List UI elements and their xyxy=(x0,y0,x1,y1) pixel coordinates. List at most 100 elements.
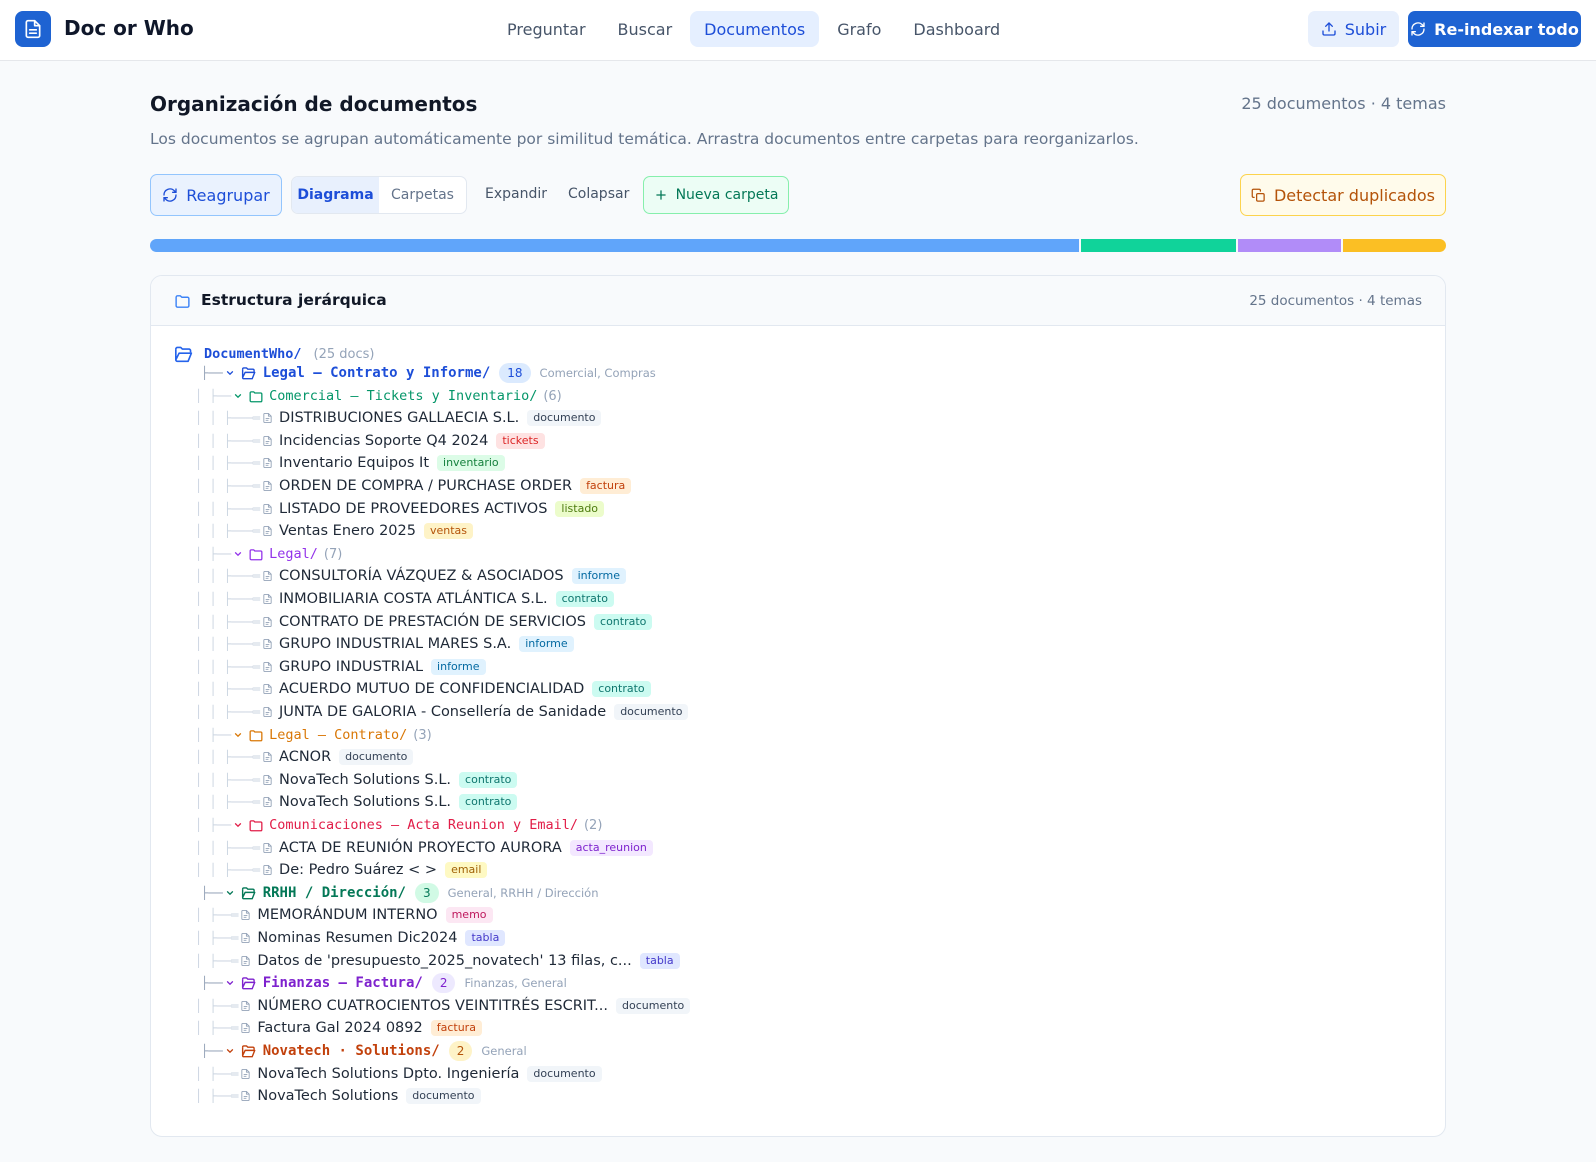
document-name: Nominas Resumen Dic2024 xyxy=(257,930,458,946)
tree-folder-row[interactable]: ├── Finanzas — Factura/2 Finanzas, General xyxy=(201,972,567,994)
tree-root-name: DocumentWho/ xyxy=(204,346,302,362)
tree-connector: │ ├──═ xyxy=(195,908,239,922)
tree-subfolder-row[interactable]: │ ├── Comunicaciones — Acta Reunion y Ema… xyxy=(195,814,602,836)
document-name: LISTADO DE PROVEEDORES ACTIVOS xyxy=(279,501,548,517)
view-folders-toggle[interactable]: Carpetas xyxy=(379,177,466,213)
file-icon xyxy=(241,955,250,967)
tree-document-row[interactable]: │ │ ├───═ CONSULTORÍA VÁZQUEZ & ASOCIADOS… xyxy=(195,565,627,587)
tree-document-row[interactable]: │ │ ├───═ ORDEN DE COMPRA / PURCHASE ORDE… xyxy=(195,475,632,497)
document-type-tag: acta_reunion xyxy=(569,840,653,856)
app-logo[interactable] xyxy=(15,11,51,47)
document-name: Ventas Enero 2025 xyxy=(279,523,416,539)
tree-document-row[interactable]: │ ├──═ NÚMERO CUATROCIENTOS VEINTITRÉS ES… xyxy=(195,995,691,1017)
reindex-all-button[interactable]: Re-indexar todo xyxy=(1408,11,1581,47)
chevron-down-icon[interactable] xyxy=(225,368,235,378)
tree-document-row[interactable]: │ │ ├───═ LISTADO DE PROVEEDORES ACTIVOS l… xyxy=(195,498,605,520)
nav-tab-preguntar[interactable]: Preguntar xyxy=(493,11,600,47)
document-type-tag: listado xyxy=(555,501,605,517)
document-name: Incidencias Soporte Q4 2024 xyxy=(279,433,489,449)
detect-duplicates-button[interactable]: Detectar duplicados xyxy=(1240,174,1446,216)
tree-document-row[interactable]: │ │ ├───═ JUNTA DE GALORIA - Consellería … xyxy=(195,701,689,723)
chevron-down-icon[interactable] xyxy=(233,391,243,401)
folder-name: Comunicaciones — Acta Reunion y Email/ xyxy=(269,817,578,833)
tree-folder-row[interactable]: ├── Novatech · Solutions/2 General xyxy=(201,1040,527,1062)
document-type-tag: factura xyxy=(430,1020,482,1036)
file-icon xyxy=(263,661,272,673)
tree-document-row[interactable]: │ │ ├───═ DISTRIBUCIONES GALLAECIA S.L. do… xyxy=(195,407,602,429)
tree-folder-row[interactable]: ├── RRHH / Dirección/3 General, RRHH / Dir… xyxy=(201,882,598,904)
tree-document-row[interactable]: │ │ ├───═ NovaTech Solutions S.L. contrato xyxy=(195,769,518,791)
chevron-down-icon[interactable] xyxy=(225,978,235,988)
file-icon xyxy=(263,570,272,582)
folder-name: Legal/ xyxy=(269,546,318,562)
folder-name: Finanzas — Factura/ xyxy=(262,975,423,991)
distribution-segment xyxy=(1343,239,1446,252)
chevron-down-icon[interactable] xyxy=(233,549,243,559)
nav-tab-grafo[interactable]: Grafo xyxy=(823,11,895,47)
tree-document-row[interactable]: │ ├──═ MEMORÁNDUM INTERNO memo xyxy=(195,904,493,926)
chevron-down-icon[interactable] xyxy=(233,730,243,740)
nav-tab-dashboard[interactable]: Dashboard xyxy=(899,11,1014,47)
nav-tab-buscar[interactable]: Buscar xyxy=(604,11,687,47)
document-type-tag: contrato xyxy=(459,772,518,788)
document-type-tag: contrato xyxy=(459,794,518,810)
document-name: ACTA DE REUNIÓN PROYECTO AURORA xyxy=(279,840,562,856)
file-icon xyxy=(241,932,250,944)
document-type-tag: documento xyxy=(406,1088,481,1104)
upload-button[interactable]: Subir xyxy=(1308,11,1399,47)
distribution-segment xyxy=(150,239,1079,252)
tree-document-row[interactable]: │ │ ├───═ ACUERDO MUTUO DE CONFIDENCIALID… xyxy=(195,678,651,700)
tree-document-row[interactable]: │ │ ├───═ INMOBILIARIA COSTA ATLÁNTICA S.… xyxy=(195,588,614,610)
document-type-tag: informe xyxy=(571,568,627,584)
tree-document-row[interactable]: │ ├──═ Datos de 'presupuesto_2025_novatec… xyxy=(195,950,680,972)
regroup-button[interactable]: Reagrupar xyxy=(150,174,282,216)
tree-connector: │ │ ├───═ xyxy=(195,502,261,516)
tree-connector: │ │ ├───═ xyxy=(195,637,261,651)
tree-document-row[interactable]: │ │ ├───═ ACTA DE REUNIÓN PROYECTO AURORA… xyxy=(195,837,653,859)
folder-icon xyxy=(175,295,190,308)
page-stats: 25 documentos · 4 temas xyxy=(1241,94,1446,113)
tree-document-row[interactable]: │ │ ├───═ Ventas Enero 2025 ventas xyxy=(195,520,474,542)
document-name: ACNOR xyxy=(279,749,332,765)
tree-subfolder-row[interactable]: │ ├── Comercial — Tickets y Inventario/ (6… xyxy=(195,385,562,407)
copy-icon xyxy=(1251,188,1265,202)
document-type-tag: documento xyxy=(527,410,602,426)
view-diagram-toggle[interactable]: Diagrama xyxy=(292,177,379,213)
document-name: MEMORÁNDUM INTERNO xyxy=(257,907,438,923)
document-name: Factura Gal 2024 0892 xyxy=(257,1020,423,1036)
folder-open-icon xyxy=(241,1045,256,1058)
tree-connector: │ │ ├───═ xyxy=(195,750,261,764)
document-name: Datos de 'presupuesto_2025_novatech' 13 … xyxy=(257,953,632,969)
app-title: Doc or Who xyxy=(64,16,194,40)
collapse-button[interactable]: Colapsar xyxy=(568,186,629,202)
tree-document-row[interactable]: │ │ ├───═ De: Pedro Suárez < > email xyxy=(195,859,488,881)
chevron-down-icon[interactable] xyxy=(233,820,243,830)
tree-document-row[interactable]: │ ├──═ Factura Gal 2024 0892 factura xyxy=(195,1017,482,1039)
tree-document-row[interactable]: │ ├──═ Nominas Resumen Dic2024 tabla xyxy=(195,927,506,949)
document-name: CONTRATO DE PRESTACIÓN DE SERVICIOS xyxy=(279,614,587,630)
document-type-tag: informe xyxy=(519,636,574,652)
expand-button[interactable]: Expandir xyxy=(485,186,547,202)
tree-folder-row[interactable]: ├── Legal — Contrato y Informe/18 Comercia… xyxy=(201,362,656,384)
tree-connector: │ ├──═ xyxy=(195,1021,239,1035)
tree-document-row[interactable]: │ │ ├───═ Inventario Equipos It inventario xyxy=(195,452,505,474)
distribution-segment xyxy=(1081,239,1236,252)
tree-document-row[interactable]: │ │ ├───═ Incidencias Soporte Q4 2024 tick… xyxy=(195,430,545,452)
tree-document-row[interactable]: │ ├──═ NovaTech Solutions Dpto. Ingenierí… xyxy=(195,1063,602,1085)
tree-document-row[interactable]: │ │ ├───═ NovaTech Solutions S.L. contrato xyxy=(195,791,518,813)
tree-document-row[interactable]: │ │ ├───═ CONTRATO DE PRESTACIÓN DE SERVI… xyxy=(195,611,653,633)
tree-subfolder-row[interactable]: │ ├── Legal/ (7) xyxy=(195,543,342,565)
nav-tab-documentos[interactable]: Documentos xyxy=(690,11,820,47)
upload-label: Subir xyxy=(1344,19,1387,39)
tree-subfolder-row[interactable]: │ ├── Legal — Contrato/ (3) xyxy=(195,724,432,746)
tree-document-row[interactable]: │ │ ├───═ ACNOR documento xyxy=(195,746,414,768)
hierarchy-panel: Estructura jerárquica 25 documentos · 4 … xyxy=(150,275,1446,1137)
tree-document-row[interactable]: │ │ ├───═ GRUPO INDUSTRIAL MARES S.A. info… xyxy=(195,633,574,655)
new-folder-button[interactable]: Nueva carpeta xyxy=(643,176,789,214)
chevron-down-icon[interactable] xyxy=(225,888,235,898)
folder-count: (3) xyxy=(413,727,432,743)
chevron-down-icon[interactable] xyxy=(225,1046,235,1056)
detect-duplicates-label: Detectar duplicados xyxy=(1273,185,1436,205)
tree-document-row[interactable]: │ │ ├───═ GRUPO INDUSTRIAL informe xyxy=(195,656,486,678)
tree-document-row[interactable]: │ ├──═ NovaTech Solutions documento xyxy=(195,1085,481,1107)
